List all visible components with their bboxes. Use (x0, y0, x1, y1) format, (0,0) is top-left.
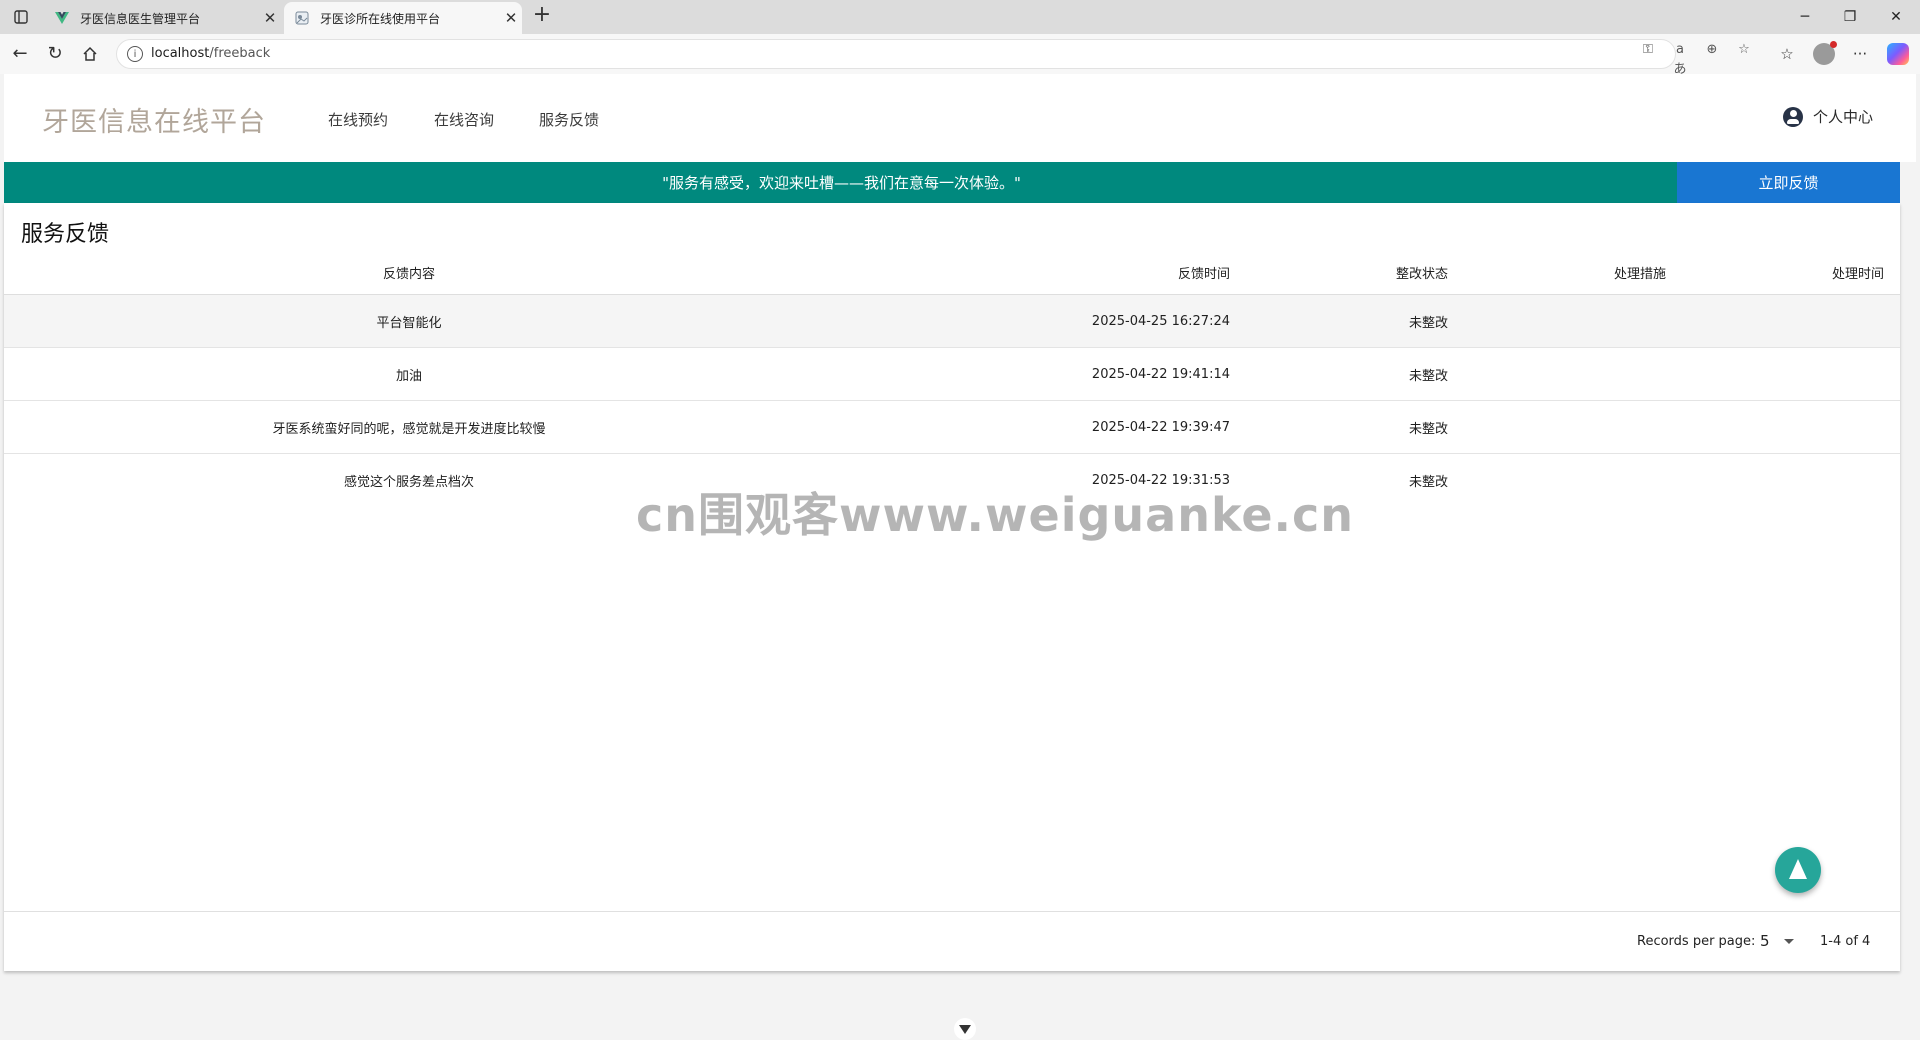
section-title: 服务反馈 (21, 222, 110, 247)
chevron-down-icon (959, 1024, 971, 1034)
watermark: cn围观客www.weiguanke.cn (636, 488, 1355, 542)
cell-content: 加油 (4, 347, 814, 401)
cell-status: 未整改 (1230, 400, 1448, 454)
url-text[interactable]: localhost/freeback (151, 46, 270, 61)
banner-text: "服务有感受，欢迎来吐槽——我们在意每一次体验。" (662, 174, 1021, 192)
cell-handled-time (1666, 454, 1900, 507)
table-row[interactable]: 牙医系统蛮好同的呢，感觉就是开发进度比较慢 2025-04-22 19:39:4… (4, 400, 1900, 454)
site-header: 牙医信息在线平台 在线预约 在线咨询 服务反馈 个人中心 (4, 74, 1916, 162)
table-row[interactable]: 加油 2025-04-22 19:41:14 未整改 (4, 347, 1900, 401)
page-viewport: 牙医信息在线平台 在线预约 在线咨询 服务反馈 个人中心 "服务有感受，欢迎来吐… (4, 74, 1916, 1040)
zoom-icon[interactable]: ⊕ (1702, 40, 1722, 60)
cell-handled-time (1666, 294, 1900, 348)
column-header-status[interactable]: 整改状态 (1230, 251, 1448, 295)
rows-per-page-select[interactable]: 5 (1760, 930, 1800, 952)
table-pagination: Records per page: 5 1-4 of 4 (4, 912, 1900, 971)
column-header-content[interactable]: 反馈内容 (4, 251, 814, 295)
dropdown-caret-icon (1783, 938, 1794, 944)
cell-content: 牙医系统蛮好同的呢，感觉就是开发进度比较慢 (4, 400, 814, 454)
site-info-icon[interactable]: i (127, 46, 143, 62)
scroll-to-top-button[interactable] (1775, 847, 1821, 893)
user-center-label: 个人中心 (1813, 108, 1874, 126)
pagination-range: 1-4 of 4 (1820, 934, 1871, 949)
cell-status: 未整改 (1230, 294, 1448, 348)
browser-tab-bar: 牙医信息医生管理平台 ✕ 牙医诊所在线使用平台 ✕ + ─ ❐ ✕ (0, 0, 1920, 34)
key-icon[interactable]: ⚿ (1638, 40, 1658, 60)
feedback-table: 反馈内容 反馈时间 整改状态 处理措施 处理时间 平台智能化 2025-04-2… (4, 251, 1900, 506)
cell-measure (1448, 294, 1666, 348)
address-bar[interactable]: i localhost/freeback (116, 39, 1676, 69)
minimize-icon[interactable]: ─ (1785, 5, 1825, 29)
page-favicon-icon (294, 10, 310, 26)
vue-logo-icon (54, 10, 70, 26)
navigation-arrow-icon (1789, 859, 1807, 879)
cell-time: 2025-04-25 16:27:24 (814, 294, 1230, 348)
cell-handled-time (1666, 400, 1900, 454)
browser-toolbar: ← ↻ i localhost/freeback ⚿ aあ ⊕ ☆ ☆ ··· (0, 34, 1920, 77)
back-icon[interactable]: ← (8, 42, 32, 66)
column-header-time[interactable]: 反馈时间 (814, 251, 1230, 295)
new-tab-icon[interactable]: + (530, 4, 554, 28)
submit-feedback-button[interactable]: 立即反馈 (1677, 162, 1900, 203)
table-header-row: 反馈内容 反馈时间 整改状态 处理措施 处理时间 (4, 251, 1900, 295)
cell-time: 2025-04-22 19:41:14 (814, 347, 1230, 401)
site-brand[interactable]: 牙医信息在线平台 (42, 100, 266, 139)
profile-avatar-icon[interactable] (1813, 41, 1837, 65)
rows-per-page-value: 5 (1760, 932, 1770, 950)
column-header-measure[interactable]: 处理措施 (1448, 251, 1666, 295)
column-header-handled-time[interactable]: 处理时间 (1666, 251, 1900, 295)
nav-service-feedback[interactable]: 服务反馈 (539, 109, 599, 130)
nav-online-consult[interactable]: 在线咨询 (434, 109, 494, 130)
copilot-icon[interactable] (1887, 43, 1909, 65)
close-window-icon[interactable]: ✕ (1876, 5, 1916, 29)
tab-title: 牙医诊所在线使用平台 (320, 11, 441, 26)
cell-handled-time (1666, 347, 1900, 401)
cell-measure (1448, 400, 1666, 454)
favorite-star-icon[interactable]: ☆ (1734, 40, 1754, 60)
cell-status: 未整改 (1230, 347, 1448, 401)
home-icon[interactable] (78, 42, 102, 66)
table-row[interactable]: 平台智能化 2025-04-25 16:27:24 未整改 (4, 294, 1900, 348)
feedback-card: 服务反馈 反馈内容 反馈时间 整改状态 处理措施 处理时间 平台智能化 2025… (4, 203, 1900, 971)
browser-tab-doctor-admin[interactable]: 牙医信息医生管理平台 ✕ (44, 2, 281, 34)
restore-icon[interactable]: ❐ (1830, 5, 1870, 29)
feedback-banner: "服务有感受，欢迎来吐槽——我们在意每一次体验。" (4, 162, 1679, 203)
account-circle-icon (1783, 106, 1803, 127)
cell-time: 2025-04-22 19:39:47 (814, 400, 1230, 454)
cell-measure (1448, 347, 1666, 401)
refresh-icon[interactable]: ↻ (43, 42, 67, 66)
tab-actions-icon[interactable] (12, 8, 30, 26)
browser-tab-clinic[interactable]: 牙医诊所在线使用平台 ✕ (284, 2, 522, 34)
user-center-link[interactable]: 个人中心 (1783, 106, 1873, 127)
scroll-down-indicator[interactable] (954, 1018, 976, 1040)
read-aloud-icon[interactable]: aあ (1670, 40, 1690, 77)
more-options-icon[interactable]: ··· (1848, 42, 1872, 66)
tab-title: 牙医信息医生管理平台 (80, 11, 201, 26)
close-tab-icon[interactable]: ✕ (259, 9, 281, 27)
cell-measure (1448, 454, 1666, 507)
rows-per-page-label: Records per page: (1637, 934, 1756, 949)
close-tab-icon[interactable]: ✕ (500, 9, 522, 27)
cell-content: 平台智能化 (4, 294, 814, 348)
nav-online-booking[interactable]: 在线预约 (328, 109, 388, 130)
favorites-icon[interactable]: ☆ (1775, 42, 1799, 66)
